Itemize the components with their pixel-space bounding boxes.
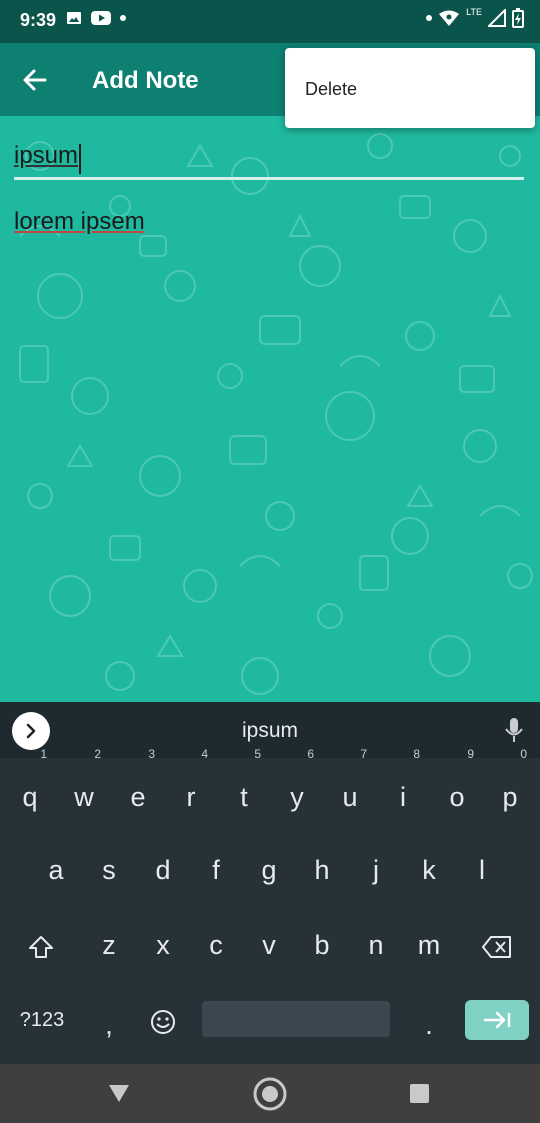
note-editor: ipsum lorem ipsem [0,116,540,702]
backspace-icon [482,935,511,958]
page-title: Add Note [92,67,199,94]
key-char: e [130,782,146,812]
key-i[interactable]: i8 [376,748,430,828]
key-j[interactable]: j [349,839,403,901]
key-e[interactable]: e3 [111,748,165,828]
key-k[interactable]: k [402,839,456,901]
key-q[interactable]: q1 [3,748,57,828]
space-key[interactable] [202,1001,390,1037]
youtube-notification-icon [91,11,111,25]
note-title-value: ipsum [14,142,79,169]
note-title-input[interactable]: ipsum [14,142,524,180]
status-bar: 9:39 LTE [0,0,540,43]
shift-icon [29,935,53,958]
lte-label: LTE [466,7,482,17]
battery-charging-icon [512,8,524,28]
key-char: o [449,782,465,812]
status-notification-icons [66,10,126,26]
triangle-back-icon [109,1085,129,1102]
nav-home-button[interactable] [252,1076,288,1117]
menu-item-delete[interactable]: Delete [305,79,357,100]
key-m[interactable]: m [402,914,456,976]
key-w[interactable]: w2 [57,748,111,828]
home-circle-icon [253,1077,287,1111]
image-notification-icon [67,12,81,24]
system-nav-bar [0,1064,540,1123]
emoji-key[interactable] [136,989,190,1051]
key-number-hint: 9 [467,747,474,761]
dot-icon [120,15,126,21]
key-number-hint: 2 [94,747,101,761]
enter-key[interactable] [465,1000,529,1040]
nav-back-button[interactable] [108,1082,130,1109]
suggestion-word[interactable]: ipsum [0,719,540,743]
key-number-hint: 5 [254,747,261,761]
nav-recents-button[interactable] [410,1084,429,1103]
key-p[interactable]: p0 [483,748,537,828]
key-number-hint: 7 [360,747,367,761]
status-system-icons: LTE [426,7,524,28]
symbols-key[interactable]: ?123 [4,989,80,1051]
doodle-background [19,133,533,695]
key-s[interactable]: s [82,839,136,901]
key-char: p [502,782,518,812]
key-number-hint: 1 [40,747,47,761]
back-button[interactable] [18,63,52,97]
comma-key[interactable]: , [82,994,136,1056]
voice-input-button[interactable] [504,716,524,749]
key-number-hint: 0 [520,747,527,761]
arrow-back-icon [23,69,47,91]
suggestion-bar: ipsum [0,702,540,758]
backspace-key[interactable] [470,914,524,976]
key-char: w [74,782,94,812]
key-number-hint: 8 [413,747,420,761]
key-f[interactable]: f [189,839,243,901]
note-body-value: lorem ipsem [14,208,145,235]
cellular-signal-icon [488,9,506,27]
emoji-icon [151,1009,175,1034]
overflow-menu: Delete [285,48,535,128]
key-g[interactable]: g [242,839,296,901]
key-z[interactable]: z [82,914,136,976]
key-number-hint: 3 [148,747,155,761]
key-char: q [22,782,38,812]
key-b[interactable]: b [295,914,349,976]
microphone-icon [505,718,523,742]
key-v[interactable]: v [242,914,296,976]
key-char: r [186,782,196,812]
text-cursor [79,143,82,174]
shift-key[interactable] [14,914,68,976]
key-y[interactable]: y6 [270,748,324,828]
key-char: u [342,782,358,812]
key-c[interactable]: c [189,914,243,976]
key-u[interactable]: u7 [323,748,377,828]
key-h[interactable]: h [295,839,349,901]
key-number-hint: 6 [307,747,314,761]
next-field-icon [483,1011,511,1029]
key-n[interactable]: n [349,914,403,976]
key-number-hint: 4 [201,747,208,761]
key-l[interactable]: l [455,839,509,901]
key-char: i [400,782,406,812]
key-r[interactable]: r4 [164,748,218,828]
period-key[interactable]: . [402,994,456,1056]
key-x[interactable]: x [136,914,190,976]
soft-keyboard: ipsum q1 w2 e3 r4 t5 y6 u7 i8 o9 p0 a s … [0,702,540,1064]
key-d[interactable]: d [136,839,190,901]
dot-icon [426,15,433,21]
key-a[interactable]: a [29,839,83,901]
wifi-icon [439,10,460,26]
status-time: 9:39 [20,10,57,30]
key-t[interactable]: t5 [217,748,271,828]
note-body-input[interactable]: lorem ipsem [14,208,145,236]
key-o[interactable]: o9 [430,748,484,828]
key-char: y [290,782,304,812]
key-char: t [240,782,248,812]
